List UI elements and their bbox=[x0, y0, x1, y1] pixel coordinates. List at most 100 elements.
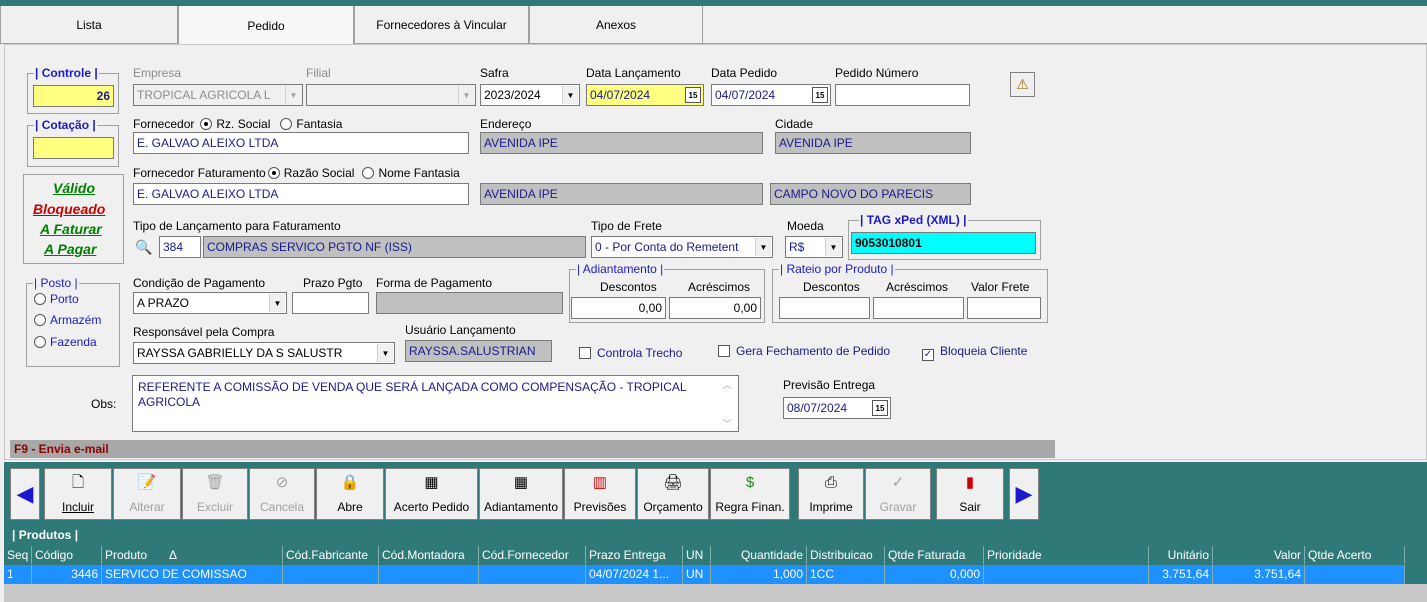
imprime-button[interactable]: ⎙ Imprime bbox=[798, 468, 864, 520]
regra-finan-button[interactable]: $ Regra Finan. bbox=[710, 468, 790, 520]
excluir-button[interactable]: 🗑 Excluir bbox=[182, 468, 248, 520]
table-cell[interactable] bbox=[283, 565, 379, 584]
table-cell[interactable]: 3.751,64 bbox=[1149, 565, 1213, 584]
tab-fornecedores-vincular[interactable]: Fornecedores à Vincular bbox=[354, 6, 529, 44]
rateio-descontos-field[interactable] bbox=[779, 297, 870, 319]
adiant-acrescimos-field[interactable]: 0,00 bbox=[669, 297, 761, 319]
forn-fat-fantasia-radio[interactable]: Nome Fantasia bbox=[362, 166, 460, 180]
col-header-produto[interactable]: Produto Δ bbox=[102, 546, 283, 564]
table-cell[interactable]: 1,000 bbox=[711, 565, 807, 584]
col-header-valor[interactable]: Valor bbox=[1213, 546, 1305, 564]
posto-armazem[interactable]: Armazém bbox=[34, 313, 101, 327]
cotacao-field[interactable] bbox=[33, 137, 114, 159]
fornecedor-field[interactable]: E. GALVAO ALEIXO LTDA bbox=[133, 132, 469, 154]
sair-button[interactable]: ▮ Sair bbox=[936, 468, 1004, 520]
calendar-icon[interactable]: 15 bbox=[872, 400, 888, 416]
col-header-codigo[interactable]: Código bbox=[32, 546, 102, 564]
status-bloqueado[interactable]: Bloqueado bbox=[33, 201, 105, 217]
data-lancamento-field[interactable]: 04/07/2024 15 bbox=[586, 84, 704, 106]
col-header-distribuicao[interactable]: Distribuicao bbox=[807, 546, 885, 564]
fornecedor-rz-social-radio[interactable]: Rz. Social bbox=[200, 117, 270, 131]
table-cell[interactable] bbox=[1305, 565, 1405, 584]
table-cell[interactable] bbox=[379, 565, 479, 584]
scroll-up-icon[interactable]: ︿ bbox=[722, 378, 731, 391]
tab-anexos[interactable]: Anexos bbox=[529, 6, 703, 44]
calendar-icon[interactable]: 15 bbox=[685, 87, 701, 103]
abre-button[interactable]: 🔒 Abre bbox=[316, 468, 384, 520]
controle-field[interactable]: 26 bbox=[33, 85, 114, 107]
filial-select[interactable]: ▼ bbox=[306, 84, 476, 106]
alterar-button[interactable]: 📝 Alterar bbox=[113, 468, 181, 520]
tab-pedido[interactable]: Pedido bbox=[178, 6, 354, 46]
radio-icon bbox=[280, 118, 293, 130]
col-header-unitario[interactable]: Unitário bbox=[1149, 546, 1213, 564]
col-header-qtde-faturada[interactable]: Qtde Faturada bbox=[885, 546, 984, 564]
data-pedido-field[interactable]: 04/07/2024 15 bbox=[711, 84, 831, 106]
moeda-select[interactable]: R$ ▼ bbox=[785, 236, 843, 258]
table-cell[interactable]: 1 bbox=[4, 565, 32, 584]
table-cell[interactable]: 0,000 bbox=[885, 565, 984, 584]
col-header-cod-fornecedor[interactable]: Cód.Fornecedor bbox=[479, 546, 586, 564]
controla-trecho-checkbox[interactable]: Controla Trecho bbox=[579, 346, 682, 360]
prev-arrow-icon[interactable]: ◀ bbox=[10, 468, 40, 520]
col-header-prioridade[interactable]: Prioridade bbox=[984, 546, 1149, 564]
status-a-pagar[interactable]: A Pagar bbox=[44, 241, 96, 257]
bloqueia-cliente-checkbox[interactable]: ✓ Bloqueia Cliente bbox=[922, 344, 1027, 361]
tipo-frete-select[interactable]: 0 - Por Conta do Remetent ▼ bbox=[591, 236, 773, 258]
col-header-seq[interactable]: Seq bbox=[4, 546, 32, 564]
calendar-icon[interactable]: 15 bbox=[812, 87, 828, 103]
status-valido[interactable]: Válido bbox=[53, 180, 95, 196]
empresa-select[interactable]: TROPICAL AGRICOLA L ▼ bbox=[133, 84, 303, 106]
cancela-button[interactable]: ⊘ Cancela bbox=[249, 468, 315, 520]
gravar-button[interactable]: ✓ Gravar bbox=[865, 468, 931, 520]
prazo-pgto-field[interactable] bbox=[292, 292, 369, 314]
adiant-descontos-field[interactable]: 0,00 bbox=[571, 297, 666, 319]
table-cell[interactable]: 3.751,64 bbox=[1213, 565, 1305, 584]
next-arrow-icon[interactable]: ▶ bbox=[1009, 468, 1039, 520]
tag-xped-field[interactable]: 9053010801 bbox=[851, 232, 1036, 254]
status-a-faturar[interactable]: A Faturar bbox=[40, 221, 102, 237]
forn-fat-razao-radio[interactable]: Razão Social bbox=[267, 166, 354, 180]
col-header-quantidade[interactable]: Quantidade bbox=[711, 546, 807, 564]
orcamento-button[interactable]: 🖨 Orçamento bbox=[637, 468, 709, 520]
col-header-prazo-entrega[interactable]: Prazo Entrega bbox=[586, 546, 683, 564]
posto-porto[interactable]: Porto bbox=[34, 292, 79, 306]
col-header-cod-fabricante[interactable]: Cód.Fabricante bbox=[283, 546, 379, 564]
table-cell[interactable]: SERVICO DE COMISSAO bbox=[102, 565, 283, 584]
table-cell[interactable]: UN bbox=[683, 565, 711, 584]
gera-fechamento-label: Gera Fechamento de Pedido bbox=[736, 344, 891, 358]
table-cell[interactable]: 1CC bbox=[807, 565, 885, 584]
col-header-un[interactable]: UN bbox=[683, 546, 711, 564]
obs-scrollbar[interactable]: ︿ ﹀ bbox=[719, 378, 735, 430]
fornecedor-fantasia-radio[interactable]: Fantasia bbox=[280, 117, 342, 131]
col-header-cod-montadora[interactable]: Cód.Montadora bbox=[379, 546, 479, 564]
forn-fat-field[interactable]: E. GALVAO ALEIXO LTDA bbox=[133, 183, 469, 205]
previsao-field[interactable]: 08/07/2024 15 bbox=[783, 397, 891, 419]
checkbox-icon bbox=[579, 347, 591, 359]
scroll-down-icon[interactable]: ﹀ bbox=[722, 417, 731, 430]
gera-fechamento-checkbox[interactable]: Gera Fechamento de Pedido bbox=[718, 344, 890, 358]
sort-icon: Δ bbox=[169, 548, 178, 562]
safra-select[interactable]: 2023/2024 ▼ bbox=[480, 84, 580, 106]
search-icon[interactable]: 🔍 bbox=[133, 236, 155, 258]
rateio-frete-field[interactable] bbox=[967, 297, 1041, 319]
rateio-acrescimos-field[interactable] bbox=[873, 297, 964, 319]
previsoes-button[interactable]: ▥ Previsões bbox=[564, 468, 636, 520]
table-cell[interactable] bbox=[984, 565, 1149, 584]
cond-pag-select[interactable]: A PRAZO ▼ bbox=[133, 292, 287, 314]
table-cell[interactable]: 3446 bbox=[32, 565, 102, 584]
incluir-button[interactable]: 🗋 Incluir bbox=[44, 468, 112, 520]
tab-lista[interactable]: Lista bbox=[0, 6, 178, 44]
obs-textarea[interactable]: REFERENTE A COMISSÃO DE VENDA QUE SERÁ L… bbox=[132, 375, 739, 432]
table-cell[interactable]: 04/07/2024 1... bbox=[586, 565, 683, 584]
pedido-numero-field[interactable] bbox=[835, 84, 970, 106]
table-cell[interactable] bbox=[479, 565, 586, 584]
warning-icon[interactable]: ⚠ bbox=[1010, 72, 1035, 97]
responsavel-select[interactable]: RAYSSA GABRIELLY DA S SALUSTR ▼ bbox=[133, 342, 395, 364]
adiantamento-button[interactable]: ▦ Adiantamento bbox=[479, 468, 563, 520]
acerto-pedido-button[interactable]: ▦ Acerto Pedido bbox=[385, 468, 478, 520]
checkbox-icon bbox=[718, 345, 730, 357]
tipo-lanc-code-field[interactable]: 384 bbox=[159, 236, 201, 258]
posto-fazenda[interactable]: Fazenda bbox=[34, 335, 97, 349]
col-header-qtde-acerto[interactable]: Qtde Acerto bbox=[1305, 546, 1405, 564]
